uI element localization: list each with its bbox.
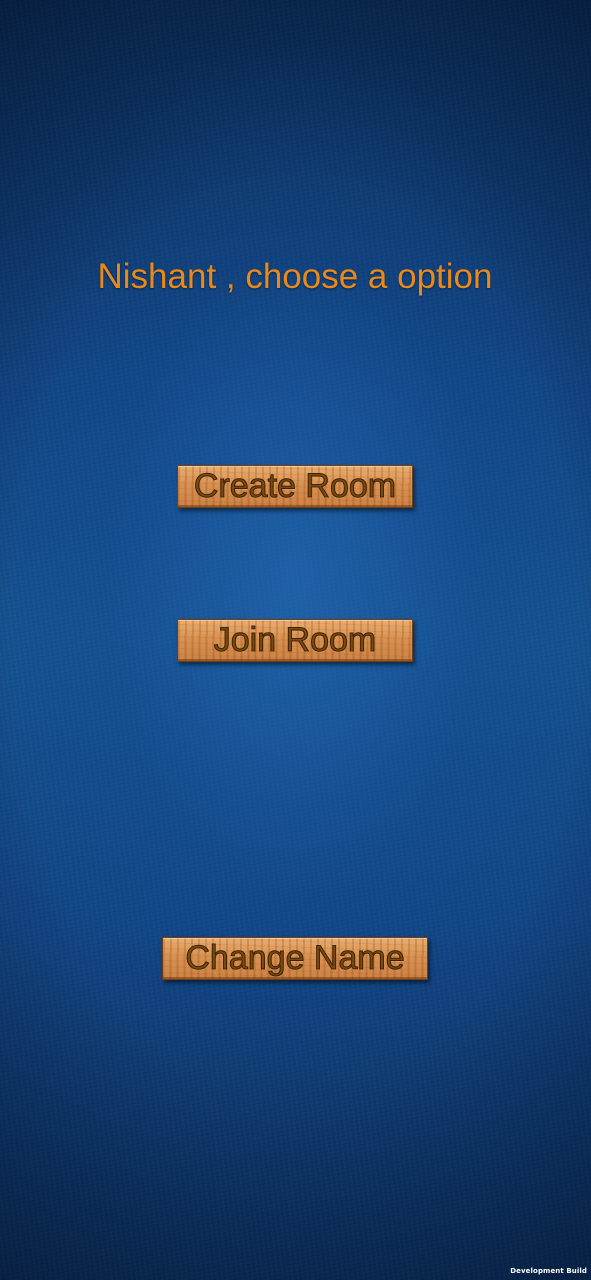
create-room-button[interactable]: Create Room [177,465,413,508]
join-room-label: Join Room [213,621,377,660]
choose-option-title: Nishant , choose a option [97,257,493,296]
change-name-label: Change Name [185,939,405,978]
create-room-label: Create Room [193,467,397,506]
change-name-button[interactable]: Change Name [162,937,428,980]
development-build-label: Development Build [510,1267,587,1275]
join-room-button[interactable]: Join Room [177,619,413,662]
